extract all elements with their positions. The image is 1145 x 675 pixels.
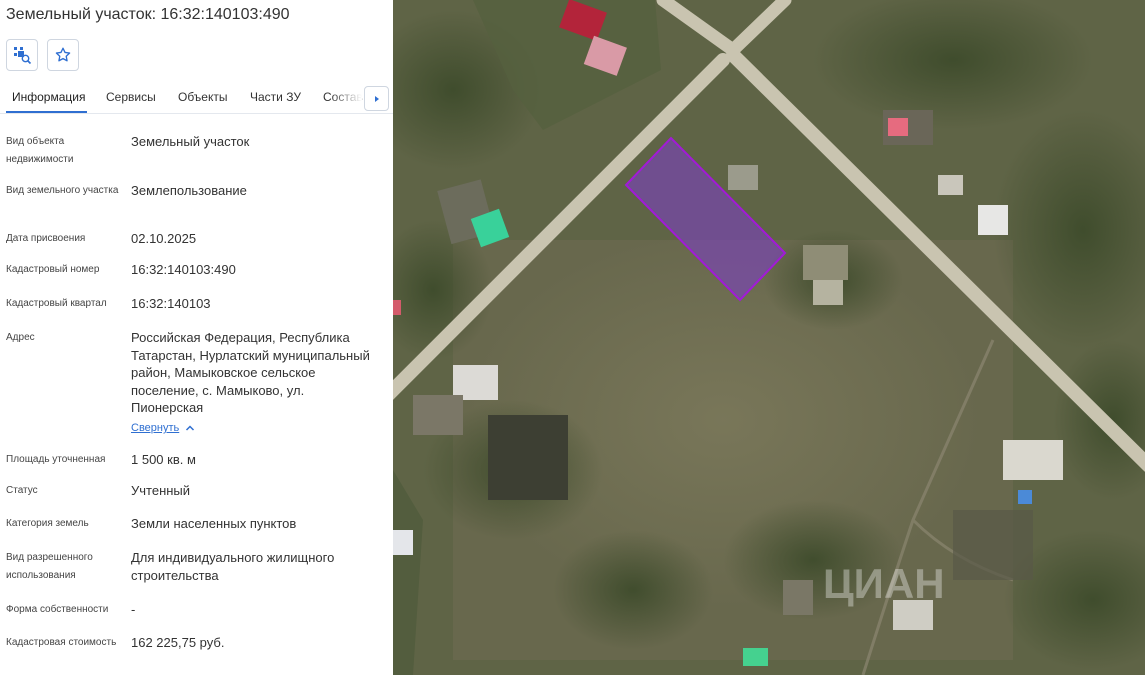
tab-services[interactable]: Сервисы: [106, 90, 156, 104]
select-area-button[interactable]: [6, 39, 38, 71]
watermark: ЦИАН: [823, 560, 945, 607]
collapse-link[interactable]: Свернуть: [131, 422, 195, 434]
assign-date-value: 02.10.2025: [131, 231, 197, 246]
object-type-label: Вид объекта недвижимости: [6, 136, 74, 165]
address-value: Российская Федерация, Республика Татарст…: [131, 330, 370, 415]
tab-parts[interactable]: Части ЗУ: [250, 90, 301, 104]
land-type-label: Вид земельного участка: [6, 185, 119, 196]
star-icon: [55, 47, 71, 62]
chevron-up-icon: [186, 425, 195, 431]
active-tab-indicator: [6, 111, 87, 113]
status-value: Учтенный: [131, 483, 191, 498]
cadastral-value-label: Кадастровая стоимость: [6, 637, 117, 648]
permitted-use-value: Для индивидуального жилищного строительс…: [131, 550, 335, 583]
cadastral-value-value: 162 225,75 руб.: [131, 635, 225, 650]
address-label: Адрес: [6, 332, 35, 343]
page-title: Земельный участок: 16:32:140103:490: [6, 6, 290, 23]
collapse-label: Свернуть: [131, 422, 180, 434]
ownership-form-value: -: [131, 602, 136, 617]
assign-date-label: Дата присвоения: [6, 233, 86, 244]
land-category-label: Категория земель: [6, 518, 89, 529]
chevron-right-icon: [374, 95, 379, 102]
satellite-map[interactable]: ЦИАН: [393, 0, 1145, 675]
cadastral-quarter-label: Кадастровый квартал: [6, 298, 107, 309]
tab-objects[interactable]: Объекты: [178, 90, 228, 104]
tab-bar: Информация Сервисы Объекты Части ЗУ Сост…: [0, 84, 393, 114]
land-type-value: Землепользование: [131, 183, 247, 198]
land-category-value: Земли населенных пунктов: [131, 516, 297, 531]
cadastral-quarter-value: 16:32:140103: [131, 296, 211, 311]
cadastral-number-label: Кадастровый номер: [6, 264, 100, 275]
area-label: Площадь уточненная: [6, 454, 106, 465]
ownership-form-label: Форма собственности: [6, 604, 109, 615]
info-panel: Земельный участок: 16:32:140103:490 Инфо…: [0, 0, 393, 675]
tab-info[interactable]: Информация: [12, 90, 85, 104]
satellite-image: ЦИАН: [393, 0, 1145, 675]
permitted-use-label: Вид разрешенного использования: [6, 552, 93, 581]
favorite-button[interactable]: [47, 39, 79, 71]
cadastral-number-value: 16:32:140103:490: [131, 262, 236, 277]
select-area-icon: [14, 47, 32, 65]
area-value: 1 500 кв. м: [131, 452, 196, 467]
tabs-scroll-right-button[interactable]: [364, 86, 389, 111]
object-type-value: Земельный участок: [131, 134, 250, 149]
status-label: Статус: [6, 485, 38, 496]
